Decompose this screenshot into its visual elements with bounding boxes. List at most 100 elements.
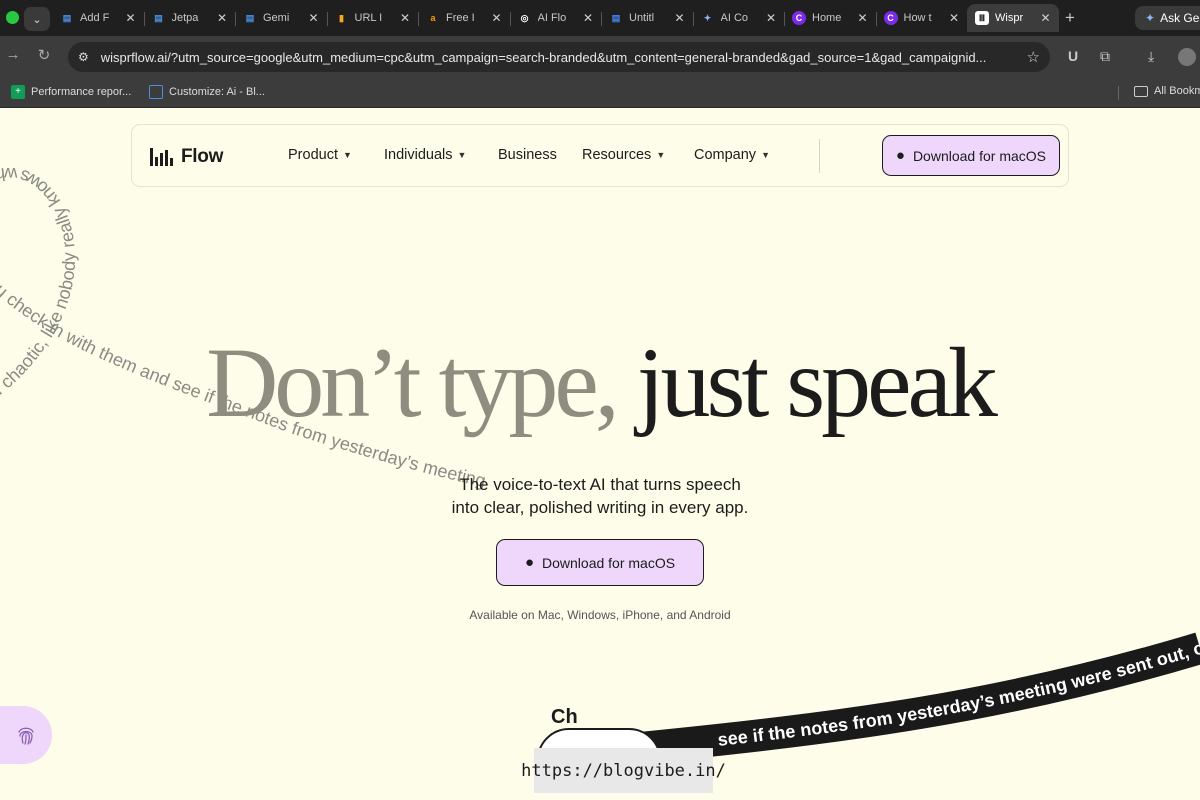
nav-business-label: Business <box>498 147 557 163</box>
reload-icon[interactable]: ↻ <box>34 46 54 64</box>
gemini-sparkle-icon: ✦ <box>1145 11 1156 25</box>
close-tab-icon[interactable]: ✕ <box>491 11 501 25</box>
folder-icon <box>1134 85 1148 97</box>
sheets-icon: + <box>11 85 25 99</box>
close-tab-icon[interactable]: ✕ <box>125 11 135 25</box>
nav-company-label: Company <box>694 147 757 163</box>
apple-icon: ● <box>895 147 905 164</box>
bookmark-customize[interactable]: Customize: Ai - Bl... <box>149 85 265 99</box>
hero-headline-light: Don’t type, <box>206 327 620 438</box>
browser-tab[interactable]: ▤ Add F ✕ <box>52 4 144 32</box>
bookmarks-bar: + Performance repor... Customize: Ai - B… <box>0 78 1200 108</box>
doc-icon <box>149 85 163 99</box>
close-tab-icon[interactable]: ✕ <box>583 11 593 25</box>
tab-title: Wispr <box>995 12 1024 24</box>
tab-title: AI Flo <box>537 12 567 24</box>
bookmark-label: Customize: Ai - Bl... <box>169 86 265 98</box>
bookmark-star-icon[interactable]: ☆ <box>1027 48 1040 66</box>
amazon-icon: a <box>430 13 436 23</box>
profile-avatar[interactable] <box>1178 48 1196 66</box>
close-tab-icon[interactable]: ✕ <box>949 11 959 25</box>
download-icon[interactable]: ⤓ <box>1148 48 1154 65</box>
hero-headline-dark: just speak <box>636 327 998 438</box>
browser-tab[interactable]: a Free I ✕ <box>418 4 510 32</box>
close-tab-icon[interactable]: ✕ <box>766 11 776 25</box>
browser-tab[interactable]: Ⅲ Wispr ✕ <box>967 4 1059 32</box>
nav-company[interactable]: Company ▼ <box>694 147 770 163</box>
flowing-text-decoration: kind of chaotic, like nobody really know… <box>0 164 1200 764</box>
browser-tab[interactable]: ▤ Untitl ✕ <box>601 4 693 32</box>
tab-title: AI Co <box>720 12 749 24</box>
nav-individuals-label: Individuals <box>384 147 453 163</box>
hero-subtitle: The voice-to-text AI that turns speech i… <box>300 473 900 519</box>
gemini-icon: ✦ <box>703 12 712 23</box>
tab-title: Free I <box>446 12 475 24</box>
close-tab-icon[interactable]: ✕ <box>1040 11 1050 25</box>
address-bar[interactable]: ⚙ wisprflow.ai/?utm_source=google&utm_me… <box>68 42 1050 72</box>
browser-tab[interactable]: C Home ✕ <box>784 4 876 32</box>
platform-availability: Available on Mac, Windows, iPhone, and A… <box>469 608 731 622</box>
browser-tab[interactable]: ▤ Jetpa ✕ <box>143 4 236 32</box>
hero-subtitle-line1: The voice-to-text AI that turns speech <box>459 475 741 494</box>
canva-icon: C <box>792 11 806 25</box>
chevron-down-icon: ▼ <box>457 150 467 160</box>
logo-bars-icon <box>150 148 173 166</box>
nav-product-label: Product <box>288 147 338 163</box>
browser-tab[interactable]: ▮ URL I ✕ <box>326 4 419 32</box>
chevron-down-icon: ▼ <box>656 150 666 160</box>
browser-tab[interactable]: ◎ AI Flo ✕ <box>509 4 602 32</box>
ask-gemini-label: Ask Ge <box>1160 11 1200 25</box>
flow-logo[interactable]: Flow <box>150 146 223 168</box>
download-macos-nav-label: Download for macOS <box>912 147 1046 164</box>
doc-icon: ▤ <box>62 12 72 23</box>
watermark-url: https://blogvibe.in/ <box>521 748 726 793</box>
fingerprint-icon <box>18 727 34 745</box>
site-header: Flow Product ▼ Individuals ▼ Business Re… <box>131 124 1069 187</box>
browser-toolbar: → ↻ ⚙ wisprflow.ai/?utm_source=google&ut… <box>0 36 1200 78</box>
analytics-icon: ▮ <box>339 12 344 23</box>
forward-icon[interactable]: → <box>3 46 23 63</box>
nav-resources[interactable]: Resources ▼ <box>582 147 665 163</box>
close-tab-icon[interactable]: ✕ <box>857 11 867 25</box>
url-text[interactable]: wisprflow.ai/?utm_source=google&utm_medi… <box>101 50 1019 65</box>
nav-individuals[interactable]: Individuals ▼ <box>384 147 466 163</box>
bookmark-performance-report[interactable]: + Performance repor... <box>11 85 131 99</box>
download-macos-hero-label: Download for macOS <box>542 554 676 571</box>
extensions-puzzle-icon[interactable]: ⧉ <box>1100 48 1110 65</box>
nav-product[interactable]: Product ▼ <box>288 147 352 163</box>
chevron-down-icon: ▼ <box>342 150 352 160</box>
apple-icon: ● <box>524 554 534 571</box>
ask-gemini-button[interactable]: ✦ Ask Ge <box>1135 6 1200 30</box>
doc-icon: ▤ <box>154 12 163 23</box>
extension-u-icon[interactable]: U <box>1068 48 1078 64</box>
nav-business[interactable]: Business <box>498 147 557 163</box>
chevron-down-icon: ▼ <box>761 150 770 160</box>
new-tab-button[interactable]: + <box>1061 8 1079 28</box>
page-content: kind of chaotic, like nobody really know… <box>0 108 1200 800</box>
close-tab-icon[interactable]: ✕ <box>217 11 227 25</box>
all-bookmarks-label: All Bookm <box>1154 85 1200 97</box>
close-tab-icon[interactable]: ✕ <box>400 11 410 25</box>
browser-tab-bar: ⌄ ▤ Add F ✕ ▤ Jetpa ✕ ▤ Gemi ✕ ▮ URL I ✕ a Free I ✕ ◎ AI… <box>0 0 1200 36</box>
logo-text: Flow <box>181 146 224 167</box>
site-info-icon[interactable]: ⚙ <box>78 50 89 64</box>
tab-title: URL I <box>354 12 383 24</box>
hero-subtitle-line2: into clear, polished writing in every ap… <box>451 498 749 517</box>
tab-search-button[interactable]: ⌄ <box>24 7 50 31</box>
browser-tab[interactable]: ✦ AI Co ✕ <box>692 4 785 32</box>
tab-title: Add F <box>80 12 110 24</box>
close-tab-icon[interactable]: ✕ <box>308 11 318 25</box>
download-macos-hero-button[interactable]: ● Download for macOS <box>496 539 704 586</box>
nav-resources-label: Resources <box>582 147 652 163</box>
close-tab-icon[interactable]: ✕ <box>674 11 684 25</box>
canva-icon: C <box>883 11 898 25</box>
download-macos-nav-button[interactable]: ● Download for macOS <box>881 135 1060 176</box>
tab-title: Home <box>812 12 842 24</box>
browser-tab[interactable]: C How t ✕ <box>875 4 968 32</box>
browser-tab[interactable]: ▤ Gemi ✕ <box>235 4 327 32</box>
tab-title: Gemi <box>263 12 290 24</box>
doc-icon: ▤ <box>611 12 621 23</box>
window-control-icon[interactable] <box>6 11 19 24</box>
all-bookmarks-button[interactable]: All Bookm <box>1134 85 1200 97</box>
openai-icon: ◎ <box>520 12 529 23</box>
